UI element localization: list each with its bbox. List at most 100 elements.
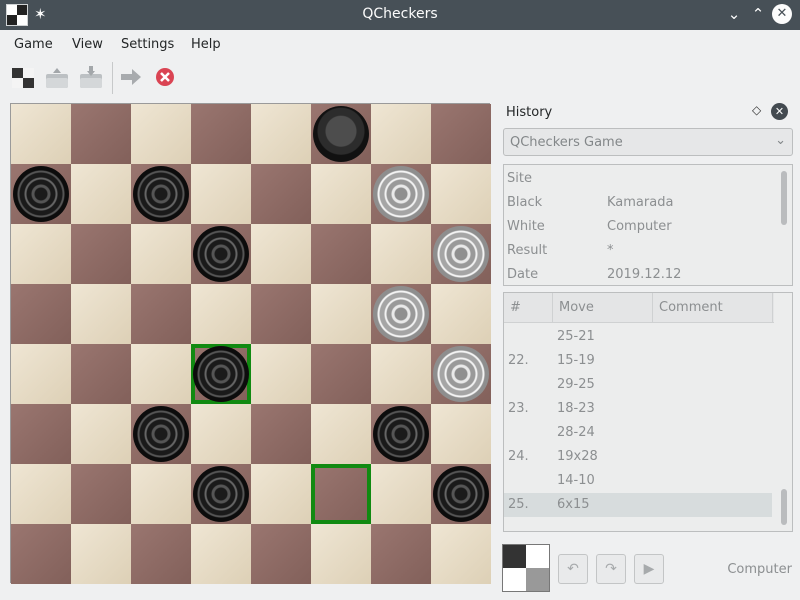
black-king-piece[interactable] [313,106,369,162]
board-square[interactable] [71,284,131,344]
board-square[interactable] [311,284,371,344]
table-row[interactable]: 25. 6x15 [504,493,772,517]
maximize-button[interactable]: ⌃ [748,4,768,24]
board-square[interactable] [251,464,311,524]
board-square[interactable] [71,164,131,224]
board-square[interactable] [71,344,131,404]
table-row[interactable]: 22. 15-19 [504,349,772,373]
white-piece[interactable] [433,346,489,402]
stop-icon[interactable] [152,64,180,92]
board-square[interactable] [371,224,431,284]
black-piece[interactable] [133,406,189,462]
board-square[interactable] [251,344,311,404]
board-square[interactable] [131,284,191,344]
board-square[interactable] [371,344,431,404]
board-square[interactable] [71,404,131,464]
board-square[interactable] [191,464,251,524]
black-piece[interactable] [193,226,249,282]
board-square[interactable] [131,404,191,464]
board-square[interactable] [371,104,431,164]
board-square[interactable] [11,524,71,584]
column-header-comment[interactable]: Comment [653,293,773,323]
board-square[interactable] [251,524,311,584]
board-square[interactable] [311,404,371,464]
board-square[interactable] [191,284,251,344]
highlighted-square[interactable] [311,464,371,524]
board-square[interactable] [71,224,131,284]
game-select[interactable]: QCheckers Game ⌄ [503,128,793,156]
black-piece[interactable] [433,466,489,522]
board-square[interactable] [311,224,371,284]
board-square[interactable] [131,224,191,284]
board-square[interactable] [371,284,431,344]
table-row[interactable]: 24. 19x28 [504,445,772,469]
redo-button[interactable]: ↷ [596,554,626,584]
black-piece[interactable] [193,466,249,522]
board-square[interactable] [431,464,491,524]
white-piece[interactable] [373,286,429,342]
board-square[interactable] [131,344,191,404]
white-piece[interactable] [433,226,489,282]
close-window-button[interactable]: ✕ [772,4,792,24]
board-square[interactable] [431,284,491,344]
table-row[interactable]: 29-25 [504,373,772,397]
board-square[interactable] [131,464,191,524]
open-icon[interactable] [44,64,72,92]
board-square[interactable] [11,284,71,344]
board-square[interactable] [11,224,71,284]
board-square[interactable] [11,344,71,404]
board-square[interactable] [71,464,131,524]
column-header-move[interactable]: Move [553,293,653,323]
new-game-icon[interactable] [10,64,38,92]
board-square[interactable] [131,524,191,584]
board-square[interactable] [311,104,371,164]
undo-button[interactable]: ↶ [558,554,588,584]
column-header-number[interactable]: # [504,293,553,323]
board-square[interactable] [11,104,71,164]
menu-view[interactable]: View [72,37,103,52]
board-square[interactable] [311,524,371,584]
board-square[interactable] [131,104,191,164]
board-square[interactable] [431,164,491,224]
black-piece[interactable] [193,346,249,402]
board-square[interactable] [371,524,431,584]
board-square[interactable] [431,524,491,584]
history-scrollbar[interactable] [781,489,787,525]
board-square[interactable] [431,224,491,284]
highlighted-square[interactable] [191,344,251,404]
board-square[interactable] [311,164,371,224]
next-round-icon[interactable] [118,64,146,92]
board-square[interactable] [191,164,251,224]
board-square[interactable] [11,164,71,224]
board-square[interactable] [371,404,431,464]
minimize-button[interactable]: ⌄ [724,4,744,24]
board-square[interactable] [191,104,251,164]
board-square[interactable] [251,104,311,164]
continue-button[interactable]: ▶ [634,554,664,584]
black-piece[interactable] [133,166,189,222]
info-scrollbar[interactable] [781,171,787,225]
board-square[interactable] [191,224,251,284]
board-square[interactable] [251,404,311,464]
board-square[interactable] [11,464,71,524]
board-square[interactable] [431,104,491,164]
table-row[interactable]: 14-10 [504,469,772,493]
float-panel-icon[interactable]: ◇ [752,103,761,117]
board-square[interactable] [431,344,491,404]
board-square[interactable] [251,284,311,344]
black-piece[interactable] [373,406,429,462]
board-square[interactable] [191,524,251,584]
menu-help[interactable]: Help [191,37,221,52]
board-square[interactable] [311,344,371,404]
board-square[interactable] [191,404,251,464]
board-square[interactable] [371,164,431,224]
board-square[interactable] [11,404,71,464]
board-square[interactable] [251,224,311,284]
table-row[interactable]: 23. 18-23 [504,397,772,421]
board-square[interactable] [431,404,491,464]
board-square[interactable] [251,164,311,224]
board-square[interactable] [371,464,431,524]
black-piece[interactable] [13,166,69,222]
board-square[interactable] [71,524,131,584]
save-icon[interactable] [78,64,106,92]
